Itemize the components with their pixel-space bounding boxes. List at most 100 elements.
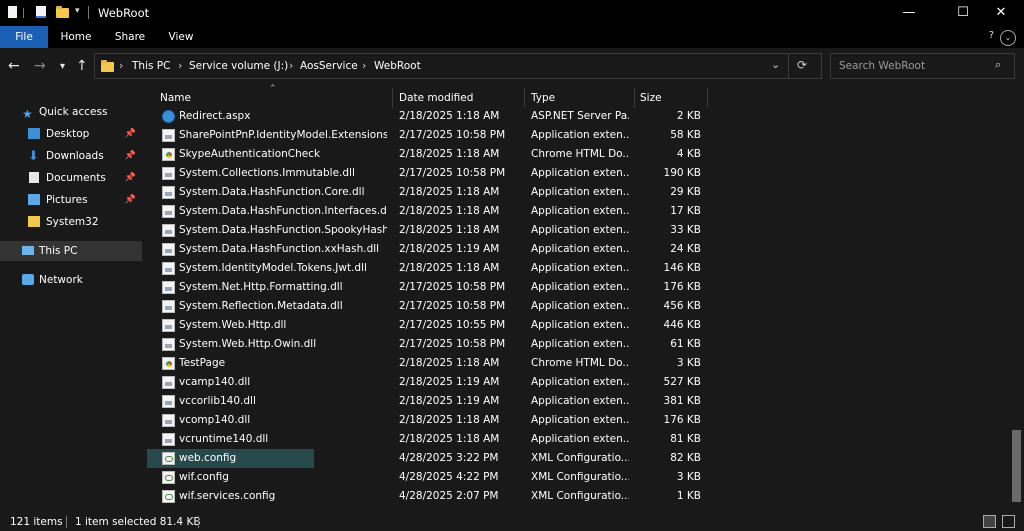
file-row[interactable]: System.Net.Http.Formatting.dll 2/17/2025 … <box>147 278 707 297</box>
file-row[interactable]: System.Reflection.Metadata.dll 2/17/2025 … <box>147 297 707 316</box>
file-row[interactable]: vcomp140.dll 2/18/2025 1:18 AM Application… <box>147 411 707 430</box>
pin-icon[interactable]: 📌 <box>125 168 136 188</box>
file-row[interactable]: wif.services.config 4/28/2025 2:07 PM XML … <box>147 487 707 506</box>
file-row[interactable]: SharePointPnP.IdentityModel.Extensions..… <box>147 126 707 145</box>
file-row[interactable]: SkypeAuthenticationCheck 2/18/2025 1:18 A… <box>147 145 707 164</box>
tab-home[interactable]: Home <box>52 26 100 48</box>
sidebar-item-system32[interactable]: System32 <box>0 212 142 232</box>
search-icon[interactable]: ⌕ <box>995 58 1001 72</box>
dll-file-icon <box>162 300 175 313</box>
column-separator[interactable] <box>707 88 708 108</box>
sidebar-item-network[interactable]: Network <box>0 270 142 290</box>
up-button[interactable]: ↑ <box>76 58 88 74</box>
separator <box>198 516 199 528</box>
sidebar-item-this-pc[interactable]: This PC <box>0 241 142 261</box>
minimize-button[interactable]: — <box>886 0 932 26</box>
pin-icon[interactable]: 📌 <box>125 190 136 210</box>
file-row[interactable]: System.IdentityModel.Tokens.Jwt.dll 2/18/… <box>147 259 707 278</box>
breadcrumb-service-volume[interactable]: Service volume (J:) <box>189 60 288 72</box>
file-row[interactable]: wif.config 4/28/2025 4:22 PM XML Configura… <box>147 468 707 487</box>
dll-file-icon <box>162 262 175 275</box>
file-date-modified: 2/18/2025 1:18 AM <box>399 414 500 426</box>
column-separator[interactable] <box>524 88 525 108</box>
file-name: System.Data.HashFunction.Core.dll <box>179 186 365 198</box>
search-box[interactable]: ⌕ <box>830 53 1015 79</box>
file-date-modified: 2/18/2025 1:19 AM <box>399 395 500 407</box>
file-type: ASP.NET Server Pa... <box>531 110 629 122</box>
column-separator[interactable] <box>392 88 393 108</box>
address-bar[interactable]: › This PC › Service volume (J:) › AosSer… <box>94 53 822 79</box>
sidebar-item-downloads[interactable]: ⬇ Downloads 📌 <box>0 146 142 166</box>
file-type: Application exten... <box>531 300 629 312</box>
file-row[interactable]: System.Data.HashFunction.Core.dll 2/18/20… <box>147 183 707 202</box>
sidebar-item-quick-access[interactable]: ★ Quick access <box>0 102 142 122</box>
breadcrumb-webroot[interactable]: WebRoot <box>374 60 421 72</box>
dll-file-icon <box>162 205 175 218</box>
back-button[interactable]: ← <box>8 58 20 74</box>
file-row[interactable]: System.Web.Http.dll 2/17/2025 10:55 PM App… <box>147 316 707 335</box>
folder-icon <box>101 60 114 75</box>
breadcrumb-aosservice[interactable]: AosService <box>300 60 358 72</box>
ribbon-expand-icon[interactable]: ⌄ <box>1000 30 1016 46</box>
sidebar-item-desktop[interactable]: Desktop 📌 <box>0 124 142 144</box>
tab-share[interactable]: Share <box>106 26 154 48</box>
help-icon[interactable]: ? <box>989 30 994 41</box>
file-row[interactable]: System.Web.Http.Owin.dll 2/17/2025 10:58 … <box>147 335 707 354</box>
download-icon: ⬇ <box>28 149 39 164</box>
scrollbar-thumb[interactable] <box>1012 430 1021 502</box>
title-bar: ▾ WebRoot — ☐ ✕ <box>0 0 1024 26</box>
file-row[interactable]: System.Data.HashFunction.Interfaces.dll 2… <box>147 202 707 221</box>
sidebar-item-label: Documents <box>46 172 106 184</box>
file-type: Application exten... <box>531 129 629 141</box>
file-name: vcomp140.dll <box>179 414 251 426</box>
customize-toolbar-icon[interactable]: ▾ <box>75 6 80 16</box>
refresh-icon[interactable]: ⟳ <box>797 58 807 72</box>
file-name: System.Web.Http.dll <box>179 319 287 331</box>
column-header-date[interactable]: Date modified <box>399 88 473 108</box>
column-header-size[interactable]: Size <box>640 88 662 108</box>
column-header-type[interactable]: Type <box>531 88 555 108</box>
sidebar-item-documents[interactable]: Documents 📌 <box>0 168 142 188</box>
tab-view[interactable]: View <box>157 26 205 48</box>
column-separator[interactable] <box>634 88 635 108</box>
pin-icon[interactable]: 📌 <box>125 124 136 144</box>
vertical-scrollbar[interactable] <box>1009 88 1024 508</box>
file-row[interactable]: System.Collections.Immutable.dll 2/17/202… <box>147 164 707 183</box>
file-name: wif.services.config <box>179 490 276 502</box>
file-row[interactable]: System.Data.HashFunction.SpookyHash.... 2… <box>147 221 707 240</box>
tab-file[interactable]: File <box>0 26 48 48</box>
file-row[interactable]: web.config 4/28/2025 3:22 PM XML Configura… <box>147 449 707 468</box>
pin-icon[interactable]: 📌 <box>125 146 136 166</box>
file-type: Application exten... <box>531 281 629 293</box>
chevron-right-icon[interactable]: › <box>289 59 293 72</box>
file-row[interactable]: vccorlib140.dll 2/18/2025 1:19 AM Applicat… <box>147 392 707 411</box>
file-row[interactable]: Redirect.aspx 2/18/2025 1:18 AM ASP.NET Se… <box>147 107 707 126</box>
file-size: 29 KB <box>670 186 701 198</box>
search-input[interactable] <box>837 59 991 73</box>
properties-icon[interactable] <box>36 6 47 19</box>
file-name: web.config <box>179 452 237 464</box>
file-date-modified: 2/18/2025 1:18 AM <box>399 262 500 274</box>
breadcrumb-this-pc[interactable]: This PC <box>132 60 170 72</box>
forward-button[interactable]: → <box>34 58 46 74</box>
close-button[interactable]: ✕ <box>978 0 1024 26</box>
recent-locations-button[interactable]: ▾ <box>60 61 65 72</box>
file-size: 527 KB <box>663 376 701 388</box>
chevron-right-icon[interactable]: › <box>119 59 123 72</box>
file-size: 1 KB <box>676 490 701 502</box>
sidebar-item-pictures[interactable]: Pictures 📌 <box>0 190 142 210</box>
file-type: Chrome HTML Do... <box>531 357 629 369</box>
column-header-name[interactable]: Name <box>160 88 191 108</box>
address-dropdown-icon[interactable]: ⌄ <box>771 58 780 71</box>
file-date-modified: 2/17/2025 10:58 PM <box>399 338 506 350</box>
large-icons-view-icon[interactable] <box>1002 515 1015 528</box>
file-row[interactable]: TestPage 2/18/2025 1:18 AM Chrome HTML Do.… <box>147 354 707 373</box>
file-date-modified: 4/28/2025 2:07 PM <box>399 490 499 502</box>
new-folder-icon[interactable] <box>56 6 69 21</box>
file-row[interactable]: System.Data.HashFunction.xxHash.dll 2/18/… <box>147 240 707 259</box>
file-row[interactable]: vcruntime140.dll 2/18/2025 1:18 AM Applica… <box>147 430 707 449</box>
chevron-right-icon[interactable]: › <box>362 59 366 72</box>
chevron-right-icon[interactable]: › <box>178 59 182 72</box>
file-row[interactable]: vcamp140.dll 2/18/2025 1:19 AM Application… <box>147 373 707 392</box>
details-view-icon[interactable] <box>983 515 996 528</box>
